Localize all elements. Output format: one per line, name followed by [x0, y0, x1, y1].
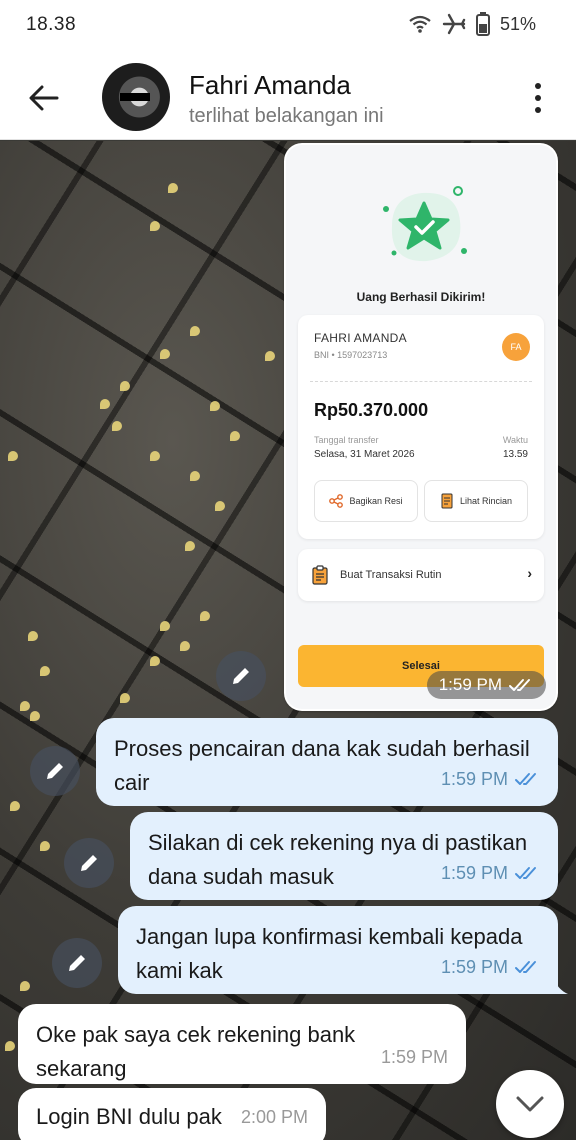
- scroll-to-bottom-button[interactable]: [496, 1070, 564, 1138]
- image-message-time-label: 1:59 PM: [438, 675, 502, 694]
- double-check-icon: [515, 961, 536, 973]
- message-time: 1:59 PM: [440, 769, 508, 789]
- double-check-icon: [509, 679, 530, 691]
- document-icon: [441, 493, 453, 509]
- double-check-icon: [515, 867, 536, 879]
- share-receipt-label: Bagikan Resi: [349, 496, 403, 506]
- pencil-icon: [233, 668, 249, 684]
- edit-button[interactable]: [30, 746, 80, 796]
- pencil-icon: [81, 855, 97, 871]
- pencil-icon: [47, 763, 63, 779]
- battery-icon: [475, 12, 490, 36]
- wifi-icon: [409, 15, 431, 33]
- transfer-amount: Rp50.370.000: [314, 400, 429, 420]
- date-value: Selasa, 31 Maret 2026: [314, 449, 415, 460]
- status-icons: 51%: [408, 12, 536, 36]
- date-label: Tanggal transfer: [314, 435, 379, 445]
- arrow-left-icon: [29, 85, 59, 111]
- back-button[interactable]: [22, 76, 66, 120]
- contact-last-seen: terlihat belakangan ini: [189, 105, 384, 127]
- message-text: Login BNI dulu pak: [36, 1104, 222, 1129]
- view-details-button: Lihat Rincian: [424, 480, 528, 522]
- view-details-label: Lihat Rincian: [459, 496, 513, 506]
- message-bubble[interactable]: Proses pencairan dana kak sudah berhasil…: [96, 718, 558, 806]
- message-meta: 1:59 PM: [441, 762, 540, 796]
- clipboard-icon: [312, 565, 328, 585]
- bubble-tail: [552, 976, 568, 994]
- message-meta: 1:59 PM: [441, 950, 540, 984]
- message-bubble[interactable]: Login BNI dulu pak 2:00 PM: [18, 1088, 326, 1140]
- message-time: 1:59 PM: [440, 863, 508, 883]
- more-options-button[interactable]: [524, 76, 552, 120]
- message-time: 2:00 PM: [240, 1107, 308, 1127]
- image-message[interactable]: Uang Berhasil Dikirim! FAHRI AMANDA BNI …: [284, 143, 558, 711]
- message-bubble[interactable]: Oke pak saya cek rekening bank sekarang …: [18, 1004, 466, 1084]
- status-bar: 18.38 51%: [0, 0, 576, 54]
- recipient-name: FAHRI AMANDA: [314, 331, 407, 345]
- time-value: 13.59: [502, 449, 528, 460]
- message-meta: 2:00 PM: [241, 1100, 308, 1134]
- transfer-receipt: Uang Berhasil Dikirim! FAHRI AMANDA BNI …: [286, 145, 556, 709]
- edit-button[interactable]: [216, 651, 266, 701]
- success-title: Uang Berhasil Dikirim!: [356, 290, 486, 304]
- contact-name[interactable]: Fahri Amanda: [189, 70, 351, 101]
- recipient-account: BNI • 1597023713: [314, 350, 388, 360]
- image-message-time: 1:59 PM: [426, 671, 546, 699]
- share-icon: [329, 494, 344, 508]
- pencil-icon: [69, 955, 85, 971]
- routine-transaction-label: Buat Transaksi Rutin: [340, 569, 442, 581]
- routine-transaction-card: Buat Transaksi Rutin ›: [298, 549, 544, 601]
- success-star-icon: [383, 186, 467, 262]
- edit-button[interactable]: [64, 838, 114, 888]
- message-time: 1:59 PM: [380, 1047, 448, 1067]
- message-meta: 1:59 PM: [381, 1040, 448, 1074]
- chevron-down-icon: [516, 1096, 544, 1112]
- message-meta: 1:59 PM: [441, 856, 540, 890]
- message-text: Oke pak saya cek rekening bank sekarang: [36, 1022, 356, 1081]
- share-receipt-button: Bagikan Resi: [314, 480, 418, 522]
- message-bubble[interactable]: Jangan lupa konfirmasi kembali kepada ka…: [118, 906, 558, 994]
- avatar[interactable]: [102, 63, 170, 131]
- transfer-details-card: FAHRI AMANDA BNI • 1597023713 FA Rp50.37…: [298, 315, 544, 539]
- recipient-initials-avatar: FA: [502, 333, 530, 361]
- time-label: Waktu: [502, 435, 528, 445]
- message-bubble[interactable]: Silakan di cek rekening nya di pastikan …: [130, 812, 558, 900]
- message-time: 1:59 PM: [440, 957, 508, 977]
- airplane-mode-icon: [442, 13, 466, 35]
- chat-header: Fahri Amanda terlihat belakangan ini: [0, 54, 576, 140]
- battery-percent: 51%: [499, 13, 536, 34]
- divider: [310, 381, 532, 382]
- status-time: 18.38: [26, 14, 77, 35]
- edit-button[interactable]: [52, 938, 102, 988]
- double-check-icon: [515, 773, 536, 785]
- chevron-right-icon: ›: [527, 565, 532, 581]
